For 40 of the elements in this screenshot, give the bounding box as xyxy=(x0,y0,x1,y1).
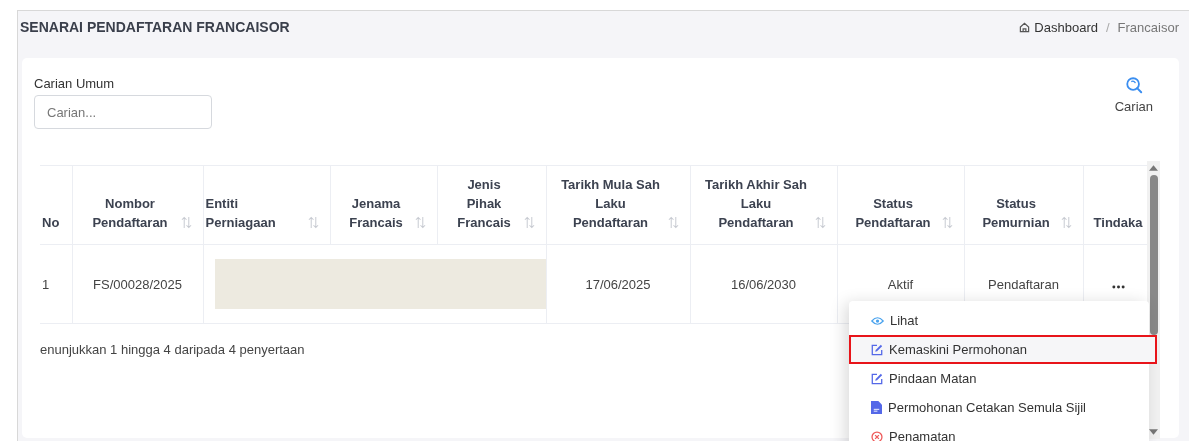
menu-item[interactable]: Lihat xyxy=(849,306,1149,335)
home-icon xyxy=(1019,21,1031,33)
sort-icon[interactable] xyxy=(307,216,319,229)
eye-icon xyxy=(871,315,884,326)
edit-icon xyxy=(871,372,883,385)
sort-icon[interactable] xyxy=(814,216,826,229)
page-title: SENARAI PENDAFTARAN FRANCAISOR xyxy=(20,19,290,35)
edit-icon xyxy=(871,343,883,356)
scroll-up-icon[interactable] xyxy=(1149,165,1158,171)
search-icon xyxy=(1124,76,1143,94)
sort-icon[interactable] xyxy=(1060,216,1072,229)
menu-item[interactable]: Penamatan xyxy=(849,422,1149,441)
table-cell: Pendaftaran xyxy=(988,276,1059,292)
more-options-icon[interactable] xyxy=(1111,284,1125,289)
cancel-icon xyxy=(871,430,883,441)
column-header: No xyxy=(42,214,60,232)
table-cell: 17/06/2025 xyxy=(585,276,651,292)
table-cell: 16/06/2030 xyxy=(730,276,797,292)
menu-item[interactable]: Kemaskini Permohonan xyxy=(849,335,1157,364)
breadcrumb-separator: / xyxy=(1105,19,1110,35)
search-button[interactable]: Carian xyxy=(1114,76,1153,116)
menu-item[interactable]: Pindaan Matan xyxy=(849,364,1149,393)
scroll-down-icon[interactable] xyxy=(1149,429,1158,435)
table-cell: FS/00028/2025 xyxy=(93,276,182,292)
document-icon xyxy=(871,401,882,414)
breadcrumb-current: Francaisor xyxy=(1117,19,1179,35)
search-field[interactable]: Carian... xyxy=(34,95,212,129)
column-header: Tindaka xyxy=(1093,214,1143,232)
breadcrumb-link[interactable]: Dashboard xyxy=(1034,19,1098,35)
sort-icon[interactable] xyxy=(523,216,535,229)
table-cell: Aktif xyxy=(887,276,914,292)
sort-icon[interactable] xyxy=(414,216,426,229)
sort-icon[interactable] xyxy=(667,216,679,229)
sort-icon[interactable] xyxy=(941,216,953,229)
search-label: Carian Umum xyxy=(34,76,116,91)
scroll-thumb[interactable] xyxy=(1149,175,1158,335)
sort-icon[interactable] xyxy=(180,216,192,229)
entries-info: enunjukkan 1 hingga 4 daripada 4 penyertaan xyxy=(40,342,305,357)
table-cell: 1 xyxy=(42,276,50,292)
menu-item[interactable]: Permohonan Cetakan Semula Sijil xyxy=(849,393,1149,422)
